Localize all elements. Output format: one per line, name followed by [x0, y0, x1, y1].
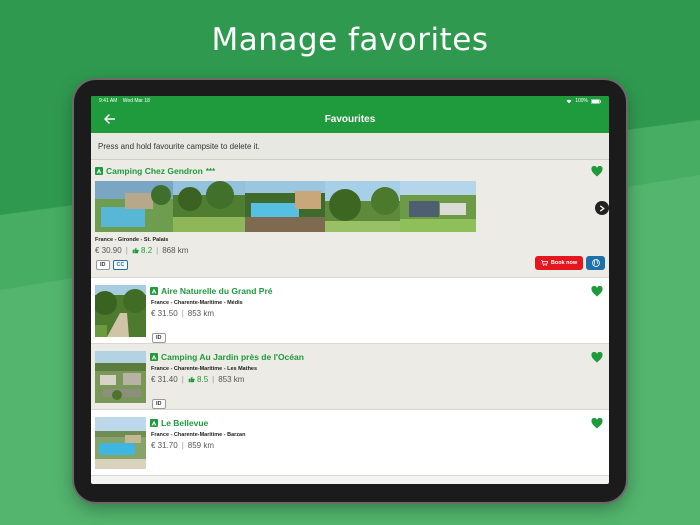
- campsite-distance: 868 km: [162, 246, 189, 255]
- campsite-tent-icon: [150, 287, 158, 295]
- favorite-heart-icon[interactable]: [591, 352, 603, 363]
- campsite-rating: 8.5: [197, 375, 209, 384]
- next-photo-button[interactable]: [595, 201, 609, 215]
- id-card-badge: ID: [152, 333, 166, 343]
- campsite-thumbnail[interactable]: [95, 417, 146, 469]
- globe-icon: [591, 259, 600, 267]
- delete-hint: Press and hold favourite campsite to del…: [91, 133, 609, 160]
- battery-icon: [591, 98, 601, 104]
- campsite-location: France - Charente-Maritime - Médis: [151, 300, 243, 306]
- status-date: Wed Mar 18: [122, 98, 150, 104]
- acsi-card-badge: CC: [112, 260, 129, 270]
- campsite-distance: 853 km: [187, 309, 215, 318]
- website-button[interactable]: [586, 256, 605, 270]
- campsite-photo-strip[interactable]: [95, 181, 476, 232]
- campsite-price: € 31.70: [151, 441, 178, 450]
- app-screen: 9:41 AM Wed Mar 18 100% Favourites Press…: [91, 96, 609, 484]
- campsite-card[interactable]: Le Bellevue France - Charente-Maritime -…: [91, 410, 609, 476]
- campsite-location: France - Charente-Maritime - Les Mathes: [151, 366, 258, 372]
- campsite-rating: 8.2: [141, 246, 153, 255]
- back-button[interactable]: [101, 111, 117, 127]
- campsite-card[interactable]: Aire Naturelle du Grand Pré France - Cha…: [91, 278, 609, 344]
- campsite-photo: [95, 181, 476, 232]
- favorite-heart-icon[interactable]: [591, 166, 603, 177]
- campsite-card[interactable]: Camping Au Jardin près de l'Océan France…: [91, 344, 609, 410]
- app-bar: Favourites: [91, 106, 609, 133]
- campsite-card[interactable]: Camping Chez Gendron *** France - Girond…: [91, 160, 609, 278]
- campsite-stars: ***: [205, 166, 216, 176]
- page-title: Favourites: [324, 114, 376, 125]
- campsite-photo: [95, 351, 146, 403]
- favorite-heart-icon[interactable]: [591, 418, 603, 429]
- campsite-location: France - Gironde - St. Palais: [95, 237, 169, 243]
- battery-percent: 100%: [575, 98, 588, 104]
- id-card-badge: ID: [152, 399, 166, 409]
- campsite-name[interactable]: Camping Au Jardin près de l'Océan: [161, 352, 304, 362]
- campsite-photo: [95, 285, 146, 337]
- campsite-tent-icon: [150, 353, 158, 361]
- campsite-price: € 30.90: [95, 246, 122, 255]
- status-bar: 9:41 AM Wed Mar 18 100%: [91, 96, 609, 106]
- favorite-heart-icon[interactable]: [591, 286, 603, 297]
- campsite-price: € 31.50: [151, 309, 178, 318]
- chevron-right-icon: [599, 204, 605, 212]
- campsite-name[interactable]: Aire Naturelle du Grand Pré: [161, 286, 272, 296]
- campsite-distance: 859 km: [187, 441, 215, 450]
- campsite-thumbnail[interactable]: [95, 351, 146, 403]
- status-time: 9:41 AM: [99, 98, 118, 104]
- book-now-button[interactable]: Book now: [535, 256, 583, 270]
- thumbs-up-icon: [188, 376, 195, 383]
- campsite-name[interactable]: Camping Chez Gendron: [106, 166, 203, 176]
- campsite-price: € 31.40: [151, 375, 178, 384]
- headline: Manage favorites: [211, 22, 489, 58]
- wifi-icon: [566, 99, 572, 103]
- book-now-label: Book now: [550, 260, 578, 266]
- cart-icon: [540, 260, 548, 266]
- campsite-thumbnail[interactable]: [95, 285, 146, 337]
- campsite-photo: [95, 417, 146, 469]
- campsite-name[interactable]: Le Bellevue: [161, 418, 208, 428]
- campsite-distance: 853 km: [218, 375, 245, 384]
- back-arrow-icon: [103, 114, 115, 124]
- id-card-badge: ID: [96, 260, 110, 270]
- thumbs-up-icon: [132, 247, 139, 254]
- campsite-tent-icon: [150, 419, 158, 427]
- campsite-location: France - Charente-Maritime - Barzan: [151, 432, 246, 438]
- campsite-tent-icon: [95, 167, 103, 175]
